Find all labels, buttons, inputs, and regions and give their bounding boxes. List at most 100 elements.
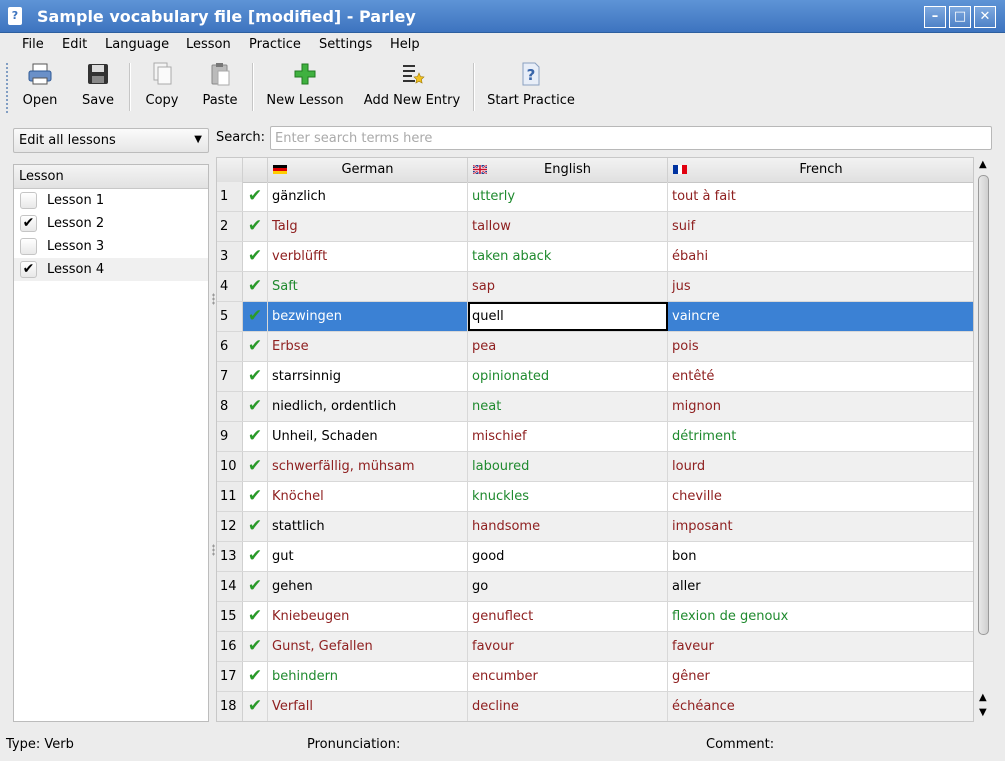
cell-french[interactable]: vaincre — [668, 302, 973, 331]
cell-english[interactable]: taken aback — [468, 242, 668, 271]
scroll-down-icon[interactable]: ▼ — [979, 707, 987, 718]
entry-checkmark-icon[interactable]: ✔ — [243, 452, 268, 481]
lesson-list-header[interactable]: Lesson — [14, 165, 208, 189]
row-number[interactable]: 14 — [217, 572, 243, 601]
lesson-item[interactable]: ✔ Lesson 4 — [14, 258, 208, 281]
cell-english[interactable]: utterly — [468, 182, 668, 211]
cell-english[interactable]: knuckles — [468, 482, 668, 511]
scroll-up-icon[interactable]: ▲ — [979, 159, 987, 170]
splitter-handle[interactable] — [212, 293, 215, 305]
cell-english[interactable]: handsome — [468, 512, 668, 541]
scrollbar-thumb[interactable] — [978, 175, 989, 635]
entry-checkmark-icon[interactable]: ✔ — [243, 302, 268, 331]
row-number[interactable]: 10 — [217, 452, 243, 481]
copy-button[interactable]: Copy — [143, 61, 181, 113]
cell-german[interactable]: verblüfft — [268, 242, 468, 271]
row-number[interactable]: 16 — [217, 632, 243, 661]
cell-english[interactable]: tallow — [468, 212, 668, 241]
cell-german[interactable]: gut — [268, 542, 468, 571]
row-number[interactable]: 13 — [217, 542, 243, 571]
row-number[interactable]: 15 — [217, 602, 243, 631]
cell-french[interactable]: détriment — [668, 422, 973, 451]
cell-english[interactable]: quell — [468, 302, 668, 331]
cell-french[interactable]: aller — [668, 572, 973, 601]
table-row[interactable]: 6 ✔ Erbse pea pois — [217, 332, 973, 362]
entry-checkmark-icon[interactable]: ✔ — [243, 662, 268, 691]
vertical-scrollbar[interactable]: ▲ ▲ ▼ — [976, 157, 992, 722]
entry-checkmark-icon[interactable]: ✔ — [243, 602, 268, 631]
cell-german[interactable]: Talg — [268, 212, 468, 241]
table-row[interactable]: 17 ✔ behindern encumber gêner — [217, 662, 973, 692]
entry-checkmark-icon[interactable]: ✔ — [243, 512, 268, 541]
entry-checkmark-icon[interactable]: ✔ — [243, 392, 268, 421]
cell-english[interactable]: good — [468, 542, 668, 571]
menu-practice[interactable]: Practice — [249, 37, 301, 52]
cell-english[interactable]: opinionated — [468, 362, 668, 391]
add-new-entry-button[interactable]: Add New Entry — [363, 61, 461, 113]
row-number-header[interactable] — [217, 158, 243, 182]
cell-english[interactable]: pea — [468, 332, 668, 361]
minimize-button[interactable]: – — [924, 6, 946, 28]
entry-checkmark-icon[interactable]: ✔ — [243, 242, 268, 271]
lesson-item[interactable]: Lesson 3 — [14, 235, 208, 258]
entry-checkmark-icon[interactable]: ✔ — [243, 692, 268, 721]
cell-german[interactable]: Kniebeugen — [268, 602, 468, 631]
cell-french[interactable]: jus — [668, 272, 973, 301]
column-header-german[interactable]: German — [268, 158, 468, 182]
row-number[interactable]: 3 — [217, 242, 243, 271]
table-row[interactable]: 8 ✔ niedlich, ordentlich neat mignon — [217, 392, 973, 422]
entry-checkmark-icon[interactable]: ✔ — [243, 422, 268, 451]
table-row[interactable]: 9 ✔ Unheil, Schaden mischief détriment — [217, 422, 973, 452]
row-number[interactable]: 9 — [217, 422, 243, 451]
paste-button[interactable]: Paste — [200, 61, 240, 113]
table-row[interactable]: 1 ✔ gänzlich utterly tout à fait — [217, 182, 973, 212]
cell-french[interactable]: faveur — [668, 632, 973, 661]
entry-checkmark-icon[interactable]: ✔ — [243, 482, 268, 511]
cell-german[interactable]: Unheil, Schaden — [268, 422, 468, 451]
table-row[interactable]: 15 ✔ Kniebeugen genuflect flexion de genoux — [217, 602, 973, 632]
menu-lesson[interactable]: Lesson — [186, 37, 231, 52]
cell-german[interactable]: gehen — [268, 572, 468, 601]
cell-french[interactable]: échéance — [668, 692, 973, 721]
cell-french[interactable]: imposant — [668, 512, 973, 541]
menu-file[interactable]: File — [22, 37, 44, 52]
save-button[interactable]: Save — [80, 61, 116, 113]
cell-english[interactable]: mischief — [468, 422, 668, 451]
row-number[interactable]: 8 — [217, 392, 243, 421]
table-row[interactable]: 13 ✔ gut good bon — [217, 542, 973, 572]
cell-french[interactable]: lourd — [668, 452, 973, 481]
row-number[interactable]: 1 — [217, 182, 243, 211]
row-number[interactable]: 4 — [217, 272, 243, 301]
cell-german[interactable]: Knöchel — [268, 482, 468, 511]
cell-english[interactable]: favour — [468, 632, 668, 661]
menu-language[interactable]: Language — [105, 37, 169, 52]
menu-help[interactable]: Help — [390, 37, 420, 52]
column-header-french[interactable]: French — [668, 158, 973, 182]
row-number[interactable]: 2 — [217, 212, 243, 241]
cell-french[interactable]: cheville — [668, 482, 973, 511]
row-number[interactable]: 11 — [217, 482, 243, 511]
entry-checkmark-icon[interactable]: ✔ — [243, 182, 268, 211]
row-number[interactable]: 7 — [217, 362, 243, 391]
status-header[interactable] — [243, 158, 268, 182]
table-row[interactable]: 3 ✔ verblüfft taken aback ébahi — [217, 242, 973, 272]
entry-checkmark-icon[interactable]: ✔ — [243, 272, 268, 301]
splitter-handle[interactable] — [212, 544, 215, 556]
cell-german[interactable]: stattlich — [268, 512, 468, 541]
column-header-english[interactable]: English — [468, 158, 668, 182]
start-practice-button[interactable]: ? Start Practice — [485, 61, 577, 113]
maximize-button[interactable]: □ — [949, 6, 971, 28]
app-icon[interactable]: ? — [8, 7, 22, 25]
cell-german[interactable]: Verfall — [268, 692, 468, 721]
cell-french[interactable]: pois — [668, 332, 973, 361]
row-number[interactable]: 5 — [217, 302, 243, 331]
lesson-item[interactable]: ✔ Lesson 2 — [14, 212, 208, 235]
menu-settings[interactable]: Settings — [319, 37, 372, 52]
cell-english[interactable]: neat — [468, 392, 668, 421]
cell-english[interactable]: decline — [468, 692, 668, 721]
row-number[interactable]: 18 — [217, 692, 243, 721]
table-row[interactable]: 5 ✔ bezwingen quell vaincre — [217, 302, 973, 332]
cell-german[interactable]: Erbse — [268, 332, 468, 361]
row-number[interactable]: 6 — [217, 332, 243, 361]
entry-checkmark-icon[interactable]: ✔ — [243, 542, 268, 571]
